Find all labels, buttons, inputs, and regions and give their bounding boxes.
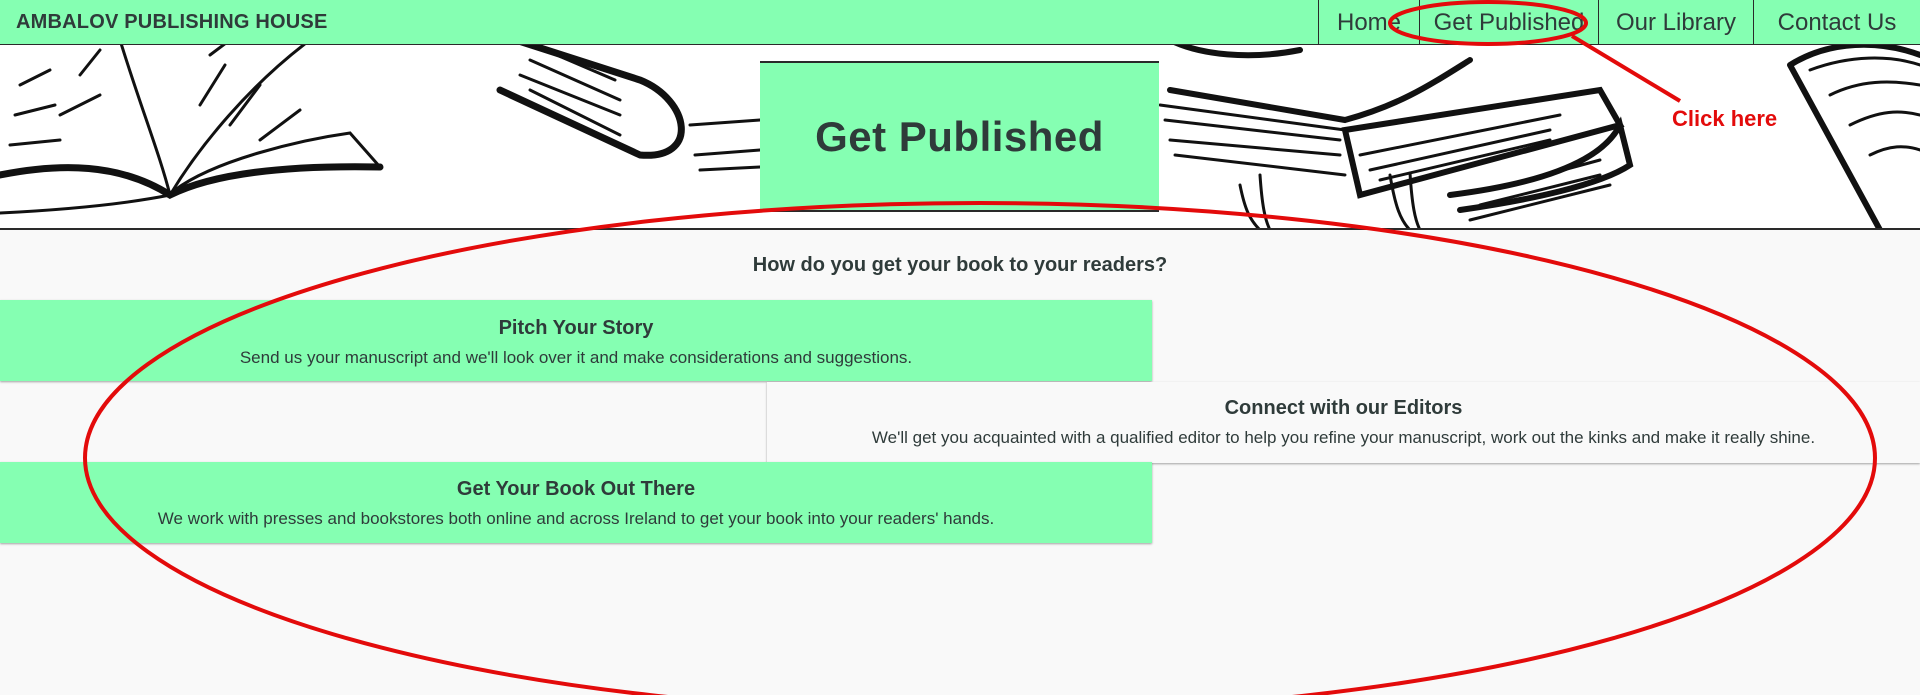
nav-home-link[interactable]: Home [1318,0,1419,45]
annotation-click-here-label: Click here [1672,106,1778,131]
card-title: Connect with our Editors [1224,397,1463,419]
card-title: Get Your Book Out There [456,478,696,500]
page-title: Get Published [815,112,1104,160]
card-text: We work with presses and bookstores both… [157,509,995,528]
hero-banner: Get Published [0,45,1920,230]
card-get-your-book-out: Get Your Book Out There We work with pre… [0,462,1152,543]
nav-get-published-link[interactable]: Get Published [1419,0,1598,45]
section-question: How do you get your book to your readers… [752,254,1168,276]
card-connect-with-editors: Connect with our Editors We'll get you a… [767,382,1920,463]
card-title: Pitch Your Story [498,317,654,339]
hero-title-box: Get Published [760,61,1159,212]
card-text: We'll get you acquainted with a qualifie… [871,428,1816,447]
top-navbar: AMBALOV PUBLISHING HOUSE Home Get Publis… [0,0,1920,45]
site-brand[interactable]: AMBALOV PUBLISHING HOUSE [16,0,327,45]
card-text: Send us your manuscript and we'll look o… [239,348,913,367]
card-pitch-your-story: Pitch Your Story Send us your manuscript… [0,300,1152,381]
nav-contact-us-link[interactable]: Contact Us [1753,0,1920,45]
main-nav: Home Get Published Our Library Contact U… [1318,0,1920,45]
nav-our-library-link[interactable]: Our Library [1598,0,1753,45]
